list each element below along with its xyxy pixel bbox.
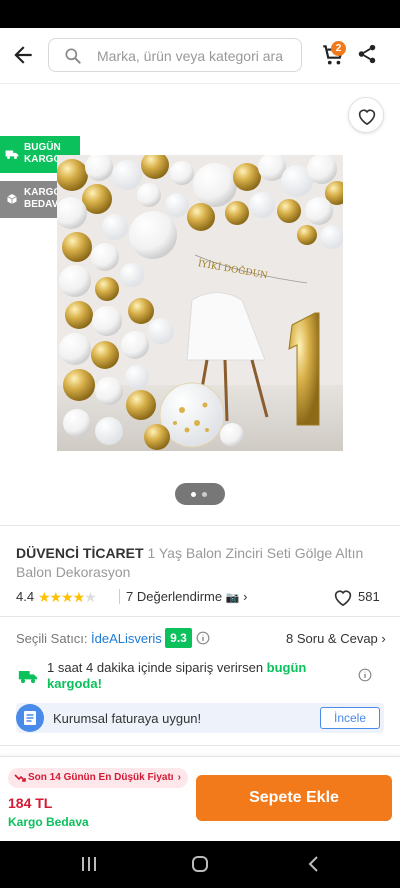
top-bar: Marka, ürün veya kategori ara 2 (0, 28, 400, 84)
seller-label: Seçili Satıcı: (16, 631, 88, 646)
share-icon[interactable] (356, 43, 378, 65)
questions-count: 8 Soru & Cevap (286, 631, 378, 646)
product-image[interactable]: İYİKİ DOĞDUN (57, 155, 343, 451)
home-icon[interactable] (191, 855, 209, 873)
product-title: DÜVENCİ TİCARET 1 Yaş Balon Zinciri Seti… (16, 544, 388, 582)
rating-row: 4.4 ★★★★★ 7 Değerlendirme 📷 › 581 (16, 588, 386, 606)
truck-icon (5, 150, 19, 159)
seller-row: Seçili Satıcı: İdeALisveris 9.3 8 Soru &… (16, 628, 386, 650)
system-nav-bar (0, 841, 400, 888)
invoice-details-button[interactable]: İncele (320, 707, 380, 729)
image-pager[interactable] (175, 483, 225, 505)
chevron-right-icon: › (381, 631, 386, 646)
add-to-cart-button[interactable]: Sepete Ekle (196, 775, 392, 821)
trend-down-icon (14, 774, 26, 782)
cart-count-badge: 2 (331, 41, 346, 56)
seller-name[interactable]: İdeALisveris (91, 631, 162, 646)
search-input[interactable]: Marka, ürün veya kategori ara (48, 38, 302, 72)
delivery-time: 1 saat 4 dakika içinde (47, 660, 173, 675)
divider (0, 745, 400, 746)
price: 184 TL (8, 795, 53, 811)
fast-tag-line1: BUGÜN (24, 142, 61, 153)
info-icon[interactable] (196, 631, 210, 645)
reviews-count: 7 Değerlendirme (126, 589, 223, 604)
rating-score: 4.4 (16, 589, 35, 604)
delivery-info: 1 saat 4 dakika içinde sipariş verirsen … (16, 660, 386, 694)
delivery-mid: sipariş verirsen (172, 660, 267, 675)
product-brand[interactable]: DÜVENCİ TİCARET (16, 545, 144, 561)
rating-stars: ★★★★★ (38, 589, 97, 605)
questions-link[interactable]: 8 Soru & Cevap › (286, 631, 386, 646)
status-bar (0, 0, 400, 28)
lowest-price-text: Son 14 Günün En Düşük Fiyatı (28, 772, 174, 783)
truck-icon (18, 671, 38, 684)
pager-dot (202, 492, 207, 497)
back-arrow-icon[interactable] (10, 42, 36, 68)
search-icon (65, 48, 81, 64)
product-gallery[interactable]: BUGÜN KARGODA KARGO BEDAVA İYİKİ DOĞDUN (0, 85, 400, 525)
info-icon[interactable] (358, 668, 372, 682)
box-icon (7, 194, 17, 204)
favorite-button[interactable] (348, 97, 384, 133)
heart-icon[interactable] (333, 588, 353, 606)
invoice-text: Kurumsal faturaya uygun! (53, 711, 202, 726)
chevron-right-icon: › (177, 772, 181, 783)
delivery-text: 1 saat 4 dakika içinde sipariş verirsen … (47, 660, 337, 692)
bottom-bar: Son 14 Günün En Düşük Fiyatı › 184 TL Ka… (0, 756, 400, 841)
chevron-right-icon: › (243, 589, 248, 604)
heart-icon (358, 109, 376, 125)
camera-icon: 📷 (225, 592, 240, 604)
divider (0, 616, 400, 617)
document-icon (16, 704, 44, 732)
like-count: 581 (358, 589, 380, 604)
pager-dot-active (191, 492, 196, 497)
seller-score: 9.3 (165, 628, 192, 648)
back-icon[interactable] (305, 855, 323, 873)
corporate-invoice-banner: Kurumsal faturaya uygun! İncele (16, 703, 384, 733)
recent-apps-icon[interactable] (80, 855, 98, 873)
free-cargo-label: Kargo Bedava (8, 815, 89, 829)
free-tag-line1: KARGO (24, 187, 62, 198)
reviews-link[interactable]: 7 Değerlendirme 📷 › (119, 589, 247, 604)
divider (0, 525, 400, 526)
lowest-price-badge[interactable]: Son 14 Günün En Düşük Fiyatı › (8, 768, 188, 788)
search-placeholder: Marka, ürün veya kategori ara (97, 48, 283, 64)
